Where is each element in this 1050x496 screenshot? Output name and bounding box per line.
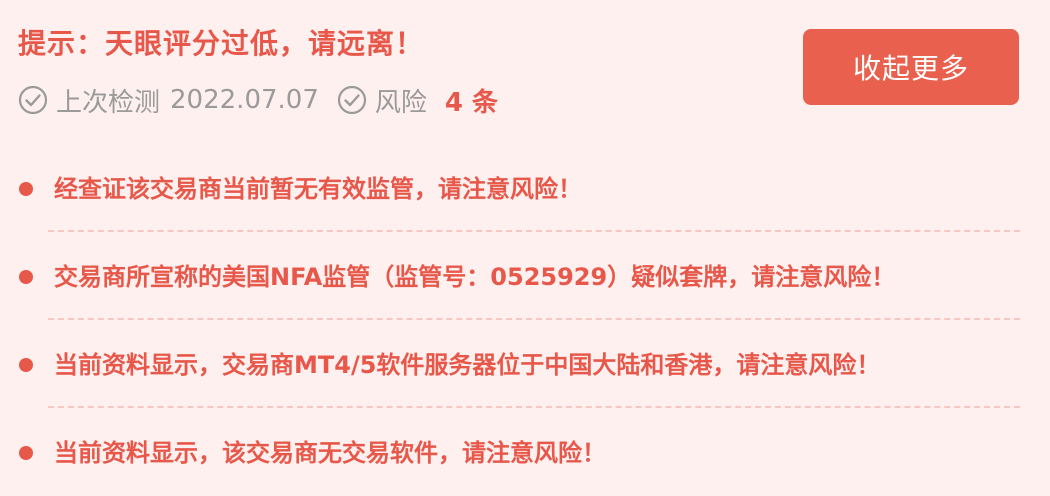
collapse-more-button[interactable]: 收起更多 [803,29,1019,105]
risk-item: 当前资料显示，交易商MT4/5软件服务器位于中国大陆和香港，请注意风险！ [0,320,1050,408]
last-check-group: 上次检测 2022.07.07 [18,82,319,119]
last-check-date: 2022.07.07 [170,85,319,115]
risk-count: 4 条 [444,87,499,118]
bullet-dot-icon [19,446,33,460]
risk-item: 经查证该交易商当前暂无有效监管，请注意风险！ [0,144,1050,232]
check-meta-row: 上次检测 2022.07.07 风险 4 条 [18,82,516,118]
risk-list: 经查证该交易商当前暂无有效监管，请注意风险！ 交易商所宣称的美国NFA监管（监管… [0,144,1050,496]
bullet-dot-icon [19,270,33,284]
risk-item: 当前资料显示，该交易商无交易软件，请注意风险！ [0,408,1050,496]
warning-title: 提示：天眼评分过低，请远离！ [18,27,425,60]
bullet-dot-icon [19,358,33,372]
risk-text: 经查证该交易商当前暂无有效监管，请注意风险！ [54,175,582,203]
risk-count-group: 风险 4 条 [337,82,498,119]
risk-item: 交易商所宣称的美国NFA监管（监管号：0525929）疑似套牌，请注意风险！ [0,232,1050,320]
check-circle-icon [18,85,48,115]
last-check-label: 上次检测 [56,87,161,118]
risk-label: 风险 [374,87,427,118]
risk-warning-panel: 提示：天眼评分过低，请远离！ 上次检测 2022.07.07 风险 4 条 收起… [0,0,1050,492]
risk-text: 交易商所宣称的美国NFA监管（监管号：0525929）疑似套牌，请注意风险！ [54,263,896,291]
check-circle-icon [337,85,367,115]
bullet-dot-icon [19,182,33,196]
risk-text: 当前资料显示，交易商MT4/5软件服务器位于中国大陆和香港，请注意风险！ [54,351,881,379]
risk-text: 当前资料显示，该交易商无交易软件，请注意风险！ [54,439,606,467]
